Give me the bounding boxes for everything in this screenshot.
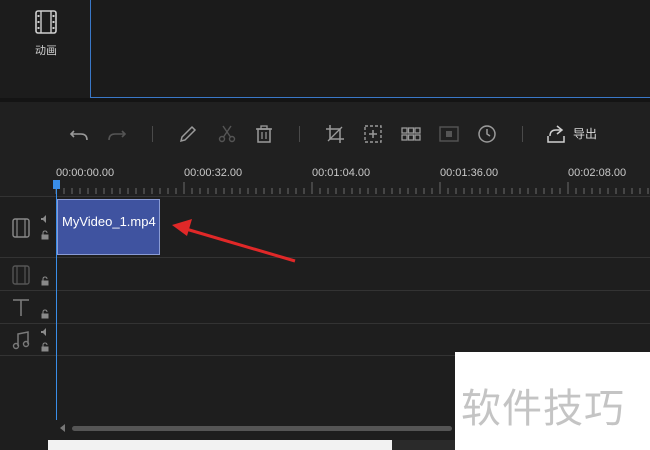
time-ruler[interactable]: 00:00:00.00 00:00:32.00 00:01:04.00 00:0… bbox=[0, 164, 650, 196]
playhead-handle[interactable] bbox=[53, 180, 60, 189]
left-panel: 动画 bbox=[0, 0, 90, 98]
timeline-scrollbar[interactable] bbox=[60, 424, 455, 432]
text-track[interactable] bbox=[0, 290, 650, 323]
ruler-label: 00:02:08.00 bbox=[568, 167, 627, 179]
speaker-icon[interactable] bbox=[40, 327, 50, 337]
export-button[interactable]: 导出 bbox=[573, 125, 597, 142]
video-clip[interactable]: MyVideo_1.mp4 bbox=[57, 199, 160, 255]
film-icon bbox=[35, 10, 57, 34]
animation-button[interactable]: 动画 bbox=[22, 8, 70, 68]
trash-icon[interactable] bbox=[253, 123, 275, 145]
ruler-label: 00:00:00.00 bbox=[56, 167, 115, 179]
pencil-icon[interactable] bbox=[177, 123, 199, 145]
text-icon bbox=[13, 299, 29, 316]
animation-label: 动画 bbox=[35, 44, 57, 57]
scissors-icon[interactable] bbox=[216, 123, 238, 145]
playhead-line[interactable] bbox=[56, 180, 57, 420]
lock-icon[interactable] bbox=[40, 276, 50, 286]
toolbar-separator bbox=[299, 126, 300, 142]
film-icon bbox=[12, 265, 30, 285]
scroll-thumb[interactable] bbox=[72, 426, 452, 431]
video-track-2[interactable] bbox=[0, 257, 650, 290]
clip-label: MyVideo_1.mp4 bbox=[62, 214, 156, 229]
watermark-text: 软件技巧 bbox=[461, 386, 625, 432]
undo-icon[interactable] bbox=[68, 123, 90, 145]
music-note-icon bbox=[12, 331, 30, 350]
toolbar-separator bbox=[152, 126, 153, 142]
track-header bbox=[0, 291, 56, 323]
video-editor-window: 动画 导出 00:00:00.00 00:00:32.00 00:01:04.0… bbox=[0, 0, 650, 450]
crop-icon[interactable] bbox=[324, 123, 346, 145]
toolbar-separator bbox=[522, 126, 523, 142]
track-header bbox=[0, 258, 56, 290]
clock-icon[interactable] bbox=[476, 123, 498, 145]
film-icon bbox=[12, 218, 30, 238]
track-header bbox=[0, 197, 56, 257]
lock-icon[interactable] bbox=[40, 309, 50, 319]
lock-icon[interactable] bbox=[40, 230, 50, 240]
ruler-label: 00:00:32.00 bbox=[184, 167, 243, 179]
redo-icon[interactable] bbox=[106, 123, 128, 145]
timeline-toolbar: 导出 bbox=[0, 102, 650, 164]
zoom-frame-icon[interactable] bbox=[362, 123, 384, 145]
export-icon[interactable] bbox=[545, 123, 567, 145]
mosaic-icon[interactable] bbox=[400, 123, 422, 145]
track-header bbox=[0, 324, 56, 355]
freeze-frame-icon[interactable] bbox=[438, 123, 460, 145]
video-track-1[interactable]: MyVideo_1.mp4 bbox=[0, 196, 650, 257]
watermark: 软件技巧 bbox=[455, 352, 650, 450]
scroll-left-arrow-icon[interactable] bbox=[60, 424, 65, 432]
lock-icon[interactable] bbox=[40, 342, 50, 352]
speaker-icon[interactable] bbox=[40, 214, 50, 224]
ruler-label: 00:01:36.00 bbox=[440, 167, 499, 179]
ruler-label: 00:01:04.00 bbox=[312, 167, 371, 179]
preview-area bbox=[90, 0, 650, 98]
bottom-bar-dark bbox=[392, 440, 455, 450]
bottom-bar bbox=[48, 440, 392, 450]
